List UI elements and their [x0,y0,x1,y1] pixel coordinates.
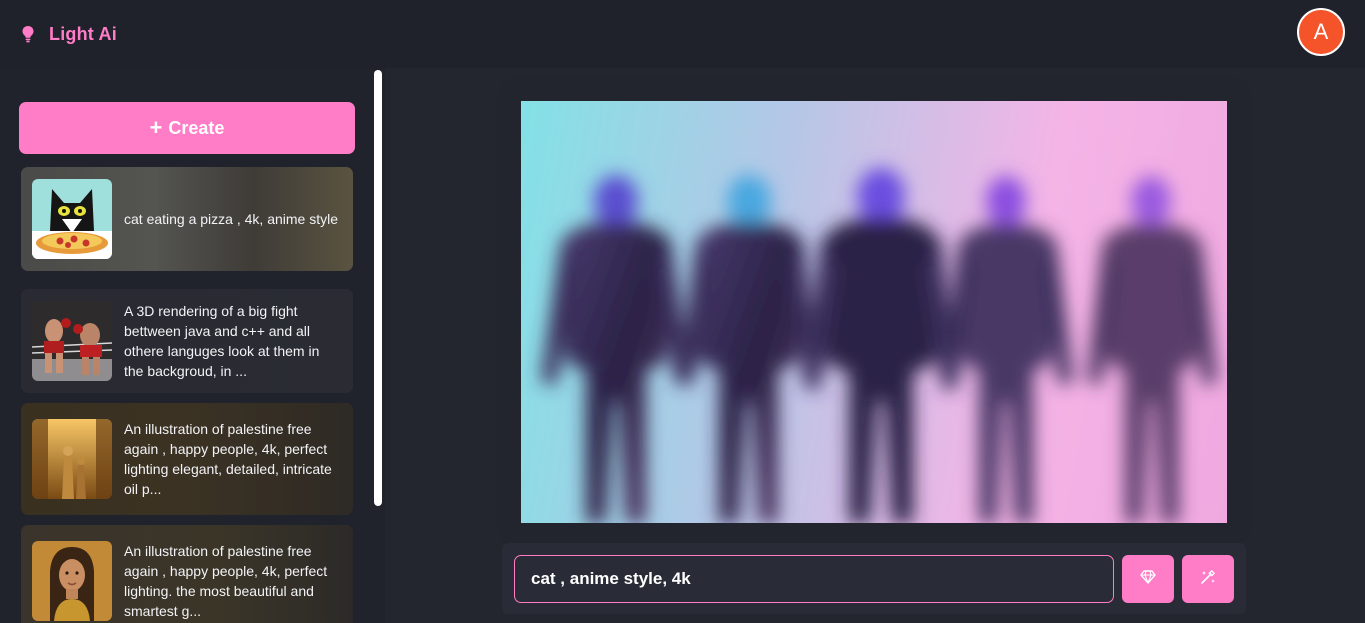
portrait-thumbnail [32,541,112,621]
golden-street-thumbnail [32,419,112,499]
history-item[interactable]: A 3D rendering of a big fight bettween j… [21,289,353,393]
app-title: Light Ai [49,23,117,44]
create-button[interactable]: + Create [19,102,355,154]
top-bar: Light Ai A [0,0,1365,68]
history-item-caption: cat eating a pizza , 4k, anime style [124,211,338,227]
lightbulb-icon [20,24,36,44]
create-button-label: Create [168,117,225,138]
diamond-icon [1140,569,1156,589]
cat-pizza-thumbnail [32,179,112,259]
avatar-initial: A [1313,19,1329,44]
plus-icon: + [149,115,163,140]
history-item[interactable]: cat eating a pizza , 4k, anime style [21,167,353,271]
generate-premium-button[interactable] [1122,555,1174,603]
brand[interactable]: Light Ai [20,24,117,45]
history-sidebar: + Create cat eating a pizza , 4k, anime … [0,68,385,623]
generate-button[interactable] [1182,555,1234,603]
history-item[interactable]: An illustration of palestine free again … [21,525,353,623]
prompt-input[interactable] [514,555,1114,603]
history-item-caption: A 3D rendering of a big fight bettween j… [124,303,320,379]
history-item-caption: An illustration of palestine free again … [124,421,332,497]
history-item-caption: An illustration of palestine free again … [124,543,328,619]
sidebar-scrollbar[interactable] [374,70,382,506]
user-avatar[interactable]: A [1297,8,1345,56]
history-item[interactable]: An illustration of palestine free again … [21,403,353,515]
magic-wand-icon [1200,569,1216,590]
prompt-bar [502,543,1246,614]
blurred-robots-image [521,101,1227,523]
boxing-thumbnail [32,301,112,381]
